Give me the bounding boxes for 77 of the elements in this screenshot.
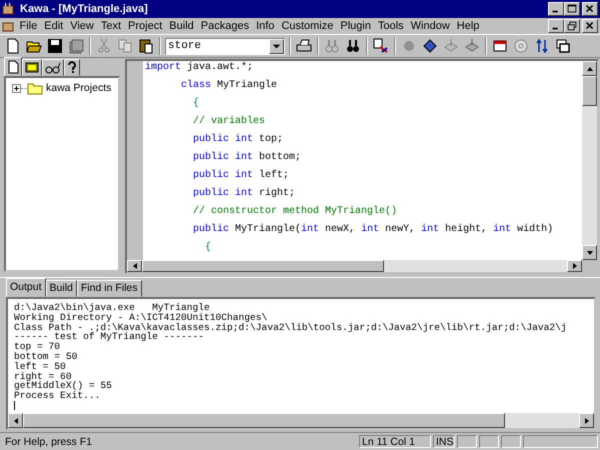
menu-item[interactable]: Packages xyxy=(197,20,253,32)
output-line: bottom = 50 xyxy=(14,352,78,362)
code-line: public MyTriangle(int newX, int newY, int height, int width) xyxy=(192,223,554,237)
menu-item[interactable]: Info xyxy=(252,20,278,32)
down-arrow-icon[interactable] xyxy=(586,248,594,256)
document-icon xyxy=(7,60,19,74)
vertical-scrollbar[interactable] xyxy=(582,61,597,260)
status-pane xyxy=(501,434,521,448)
text-cursor xyxy=(14,400,15,410)
cursor-position: Ln 11 Col 1 xyxy=(359,434,431,448)
menu-item[interactable]: Edit xyxy=(40,20,67,32)
maximize-button[interactable] xyxy=(564,2,580,16)
code-line: { xyxy=(192,97,200,111)
menu-item[interactable]: Help xyxy=(453,20,483,32)
menu-item[interactable]: Build xyxy=(166,20,198,32)
restore-button[interactable] xyxy=(564,19,580,33)
code-line: // variables xyxy=(192,115,266,129)
monitor-icon xyxy=(25,60,39,74)
save-icon[interactable] xyxy=(46,37,64,55)
up-arrow-icon[interactable] xyxy=(586,64,594,72)
expander-icon[interactable] xyxy=(12,84,21,92)
minimize-button[interactable] xyxy=(548,19,564,33)
panel-tab[interactable] xyxy=(4,57,22,76)
code-line: public int bottom; xyxy=(192,151,302,165)
code-line: public int left; xyxy=(192,169,290,183)
output-line: Working Directory - A:\ICT4120Unit10Changes\ xyxy=(14,312,268,323)
close-button[interactable] xyxy=(582,19,598,33)
menu-item[interactable]: View xyxy=(66,20,98,32)
tree-item[interactable]: kawa Projects xyxy=(46,82,112,94)
output-line: ------ test of MyTriangle ------- xyxy=(14,332,204,342)
menu-item[interactable]: Plugin xyxy=(336,20,374,32)
glasses-icon xyxy=(45,60,61,74)
status-pane xyxy=(479,434,499,448)
output-line: left = 50 xyxy=(14,362,67,372)
save-all-icon[interactable] xyxy=(67,37,85,55)
code-line: public int top; xyxy=(192,133,284,147)
output-line: Class Path - .;d:\Kava\kavaclasses.zip;d:\Java2\lib\tools.jar;d:\Java2\jre\lib\rt.jar;d:\Java2\j xyxy=(14,322,568,332)
cup-icon xyxy=(2,2,16,16)
close-button[interactable] xyxy=(582,2,598,16)
window-title: Kawa - [MyTriangle.java] xyxy=(20,3,148,15)
left-arrow-icon[interactable] xyxy=(12,416,20,424)
menu-item[interactable]: Window xyxy=(407,20,454,32)
menu-item[interactable]: Text xyxy=(97,20,125,32)
output-line: Process Exit... xyxy=(14,391,102,401)
scroll-thumb[interactable] xyxy=(142,260,384,272)
code-line: public int right; xyxy=(192,187,296,201)
code-line: // constructor method MyTriangle() xyxy=(192,205,398,219)
menu-item[interactable]: File xyxy=(16,20,41,32)
combo-box[interactable]: store xyxy=(165,38,285,54)
output-line: right = 60 xyxy=(14,372,72,382)
code-line: import java.awt.*; xyxy=(145,61,254,75)
folder-icon xyxy=(27,82,43,94)
right-arrow-icon[interactable] xyxy=(570,262,578,270)
right-arrow-icon[interactable] xyxy=(582,416,590,424)
paste-icon[interactable] xyxy=(137,37,155,55)
scroll-thumb[interactable] xyxy=(582,76,597,106)
minimize-button[interactable] xyxy=(548,2,564,16)
menu-item[interactable]: Tools xyxy=(374,20,408,32)
question-mark-icon xyxy=(67,60,77,74)
output-line: d:\Java2\bin\java.exe MyTriangle xyxy=(14,303,211,313)
diamond-icon[interactable] xyxy=(421,37,439,55)
menu-item[interactable]: Customize xyxy=(278,20,337,32)
replace-icon[interactable] xyxy=(372,37,390,55)
status-text: For Help, press F1 xyxy=(4,434,93,448)
horizontal-scrollbar[interactable] xyxy=(8,413,594,428)
scroll-thumb[interactable] xyxy=(23,413,505,428)
insert-mode: INS xyxy=(433,434,455,448)
output-line: top = 70 xyxy=(14,342,62,352)
code-line: class MyTriangle xyxy=(180,79,278,93)
binoculars-icon[interactable] xyxy=(344,37,362,55)
output-line: getMiddleX() = 55 xyxy=(14,381,113,392)
horizontal-scrollbar[interactable] xyxy=(127,260,597,272)
menu-item[interactable]: Project xyxy=(124,20,166,32)
left-arrow-icon[interactable] xyxy=(130,262,138,270)
windows-icon[interactable] xyxy=(554,37,572,55)
code-line: { xyxy=(204,241,212,255)
status-pane xyxy=(457,434,477,448)
